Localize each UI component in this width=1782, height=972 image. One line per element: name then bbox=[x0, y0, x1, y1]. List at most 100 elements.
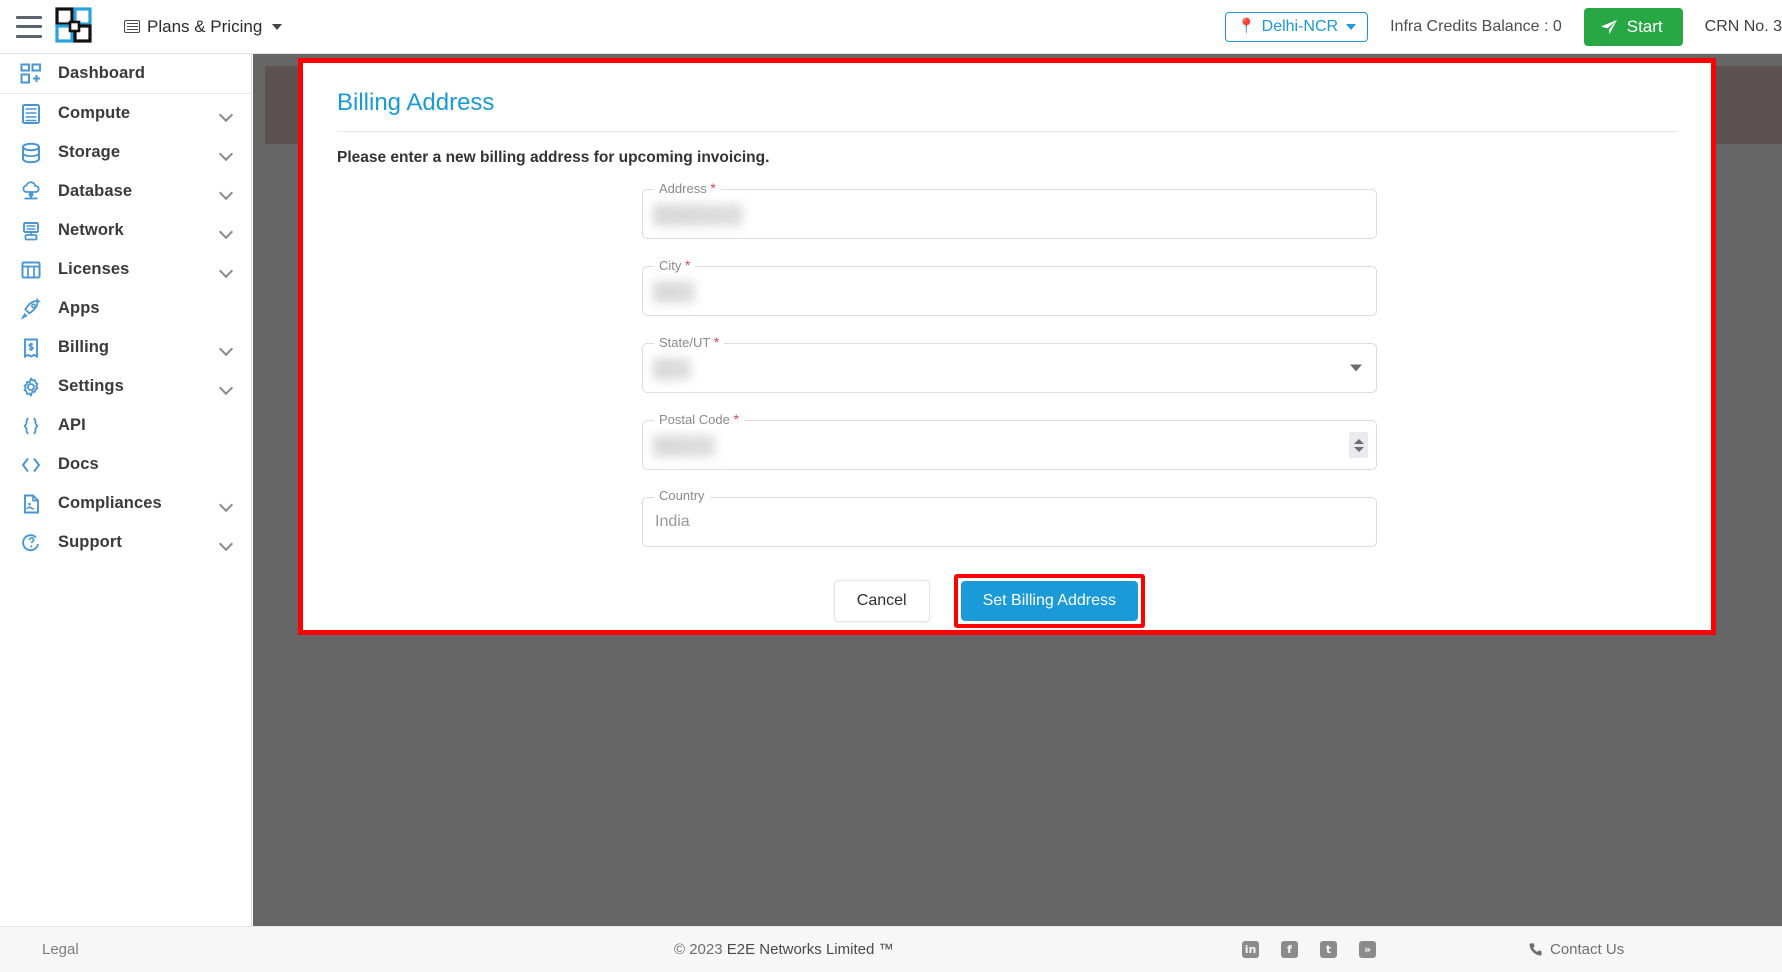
stepper-up-icon[interactable] bbox=[1353, 438, 1364, 444]
sidebar-item-compute[interactable]: Compute bbox=[0, 94, 251, 133]
sidebar-navigation: Dashboard Compute Storage Database Netwo… bbox=[0, 54, 252, 926]
social-links: in f t » bbox=[1242, 941, 1376, 958]
contact-us-link[interactable]: Contact Us bbox=[1528, 941, 1624, 958]
sidebar-item-label: Billing bbox=[58, 338, 110, 356]
dashboard-icon bbox=[18, 61, 44, 87]
country-value: India bbox=[655, 513, 690, 530]
state-ut-select[interactable]: State/UT * bbox=[642, 335, 1377, 393]
sidebar-item-database[interactable]: Database bbox=[0, 172, 251, 211]
state-ut-label: State/UT * bbox=[654, 335, 725, 349]
dialog-actions: Cancel Set Billing Address bbox=[642, 574, 1377, 628]
facebook-icon[interactable]: f bbox=[1281, 941, 1298, 958]
braces-icon bbox=[18, 413, 44, 439]
phone-icon bbox=[1529, 943, 1542, 956]
chevron-down-icon[interactable] bbox=[220, 110, 233, 118]
logo-glyph bbox=[55, 6, 92, 43]
infra-credits-balance: Infra Credits Balance : 0 bbox=[1390, 17, 1562, 35]
network-icon bbox=[18, 218, 44, 244]
chevron-down-icon[interactable] bbox=[220, 539, 233, 547]
linkedin-icon[interactable]: in bbox=[1242, 941, 1259, 958]
gear-icon bbox=[18, 374, 44, 400]
sidebar-item-label: Storage bbox=[58, 143, 121, 161]
cloud-db-icon bbox=[18, 179, 44, 205]
sidebar-item-network[interactable]: Network bbox=[0, 211, 251, 250]
sidebar-item-docs[interactable]: Docs bbox=[0, 445, 251, 484]
code-icon bbox=[18, 452, 44, 478]
server-icon bbox=[18, 101, 44, 127]
set-billing-address-button[interactable]: Set Billing Address bbox=[960, 581, 1138, 621]
plans-and-pricing-menu[interactable]: Plans & Pricing bbox=[120, 11, 286, 43]
region-label: Delhi-NCR bbox=[1261, 17, 1339, 35]
stepper-down-icon[interactable] bbox=[1353, 446, 1364, 452]
top-navigation-bar: Plans & Pricing 📍 Delhi-NCR Infra Credit… bbox=[0, 0, 1782, 54]
submit-button-highlight: Set Billing Address bbox=[953, 574, 1145, 628]
chevron-down-icon[interactable] bbox=[220, 500, 233, 508]
sidebar-item-label: Licenses bbox=[58, 260, 130, 278]
list-icon bbox=[124, 20, 140, 33]
crn-number: CRN No. 3 bbox=[1704, 17, 1782, 35]
e2e-networks-logo[interactable] bbox=[54, 6, 94, 47]
sidebar-item-label: Compliances bbox=[58, 494, 162, 512]
rss-icon[interactable]: » bbox=[1359, 941, 1376, 958]
chevron-down-icon[interactable] bbox=[220, 149, 233, 157]
title-divider bbox=[337, 131, 1677, 132]
state-ut-value-redacted bbox=[653, 358, 691, 380]
chevron-down-icon[interactable] bbox=[220, 188, 233, 196]
address-label: Address * bbox=[654, 181, 721, 195]
topbar-right-group: 📍 Delhi-NCR Infra Credits Balance : 0 St… bbox=[1224, 0, 1782, 53]
chevron-down-icon bbox=[1346, 23, 1357, 30]
copyright-prefix: © 2023 bbox=[674, 941, 723, 958]
hamburger-icon[interactable] bbox=[16, 15, 42, 38]
billing-address-form: Address * City * State/UT * Postal Code … bbox=[642, 181, 1377, 628]
city-label: City * bbox=[654, 258, 696, 272]
sidebar-item-apps[interactable]: Apps bbox=[0, 289, 251, 328]
twitter-icon[interactable]: t bbox=[1320, 941, 1337, 958]
chevron-down-icon bbox=[272, 23, 283, 30]
dialog-subtitle: Please enter a new billing address for u… bbox=[337, 149, 770, 166]
copyright-text: © 2023 E2E Networks Limited ™ bbox=[674, 941, 894, 958]
rocket-icon bbox=[18, 296, 44, 322]
chevron-down-icon[interactable] bbox=[220, 383, 233, 391]
send-icon bbox=[1600, 19, 1617, 34]
sidebar-item-storage[interactable]: Storage bbox=[0, 133, 251, 172]
chevron-down-icon[interactable] bbox=[220, 266, 233, 274]
help-icon bbox=[18, 530, 44, 556]
sidebar-item-api[interactable]: API bbox=[0, 406, 251, 445]
country-field[interactable]: Country India bbox=[642, 489, 1377, 547]
billing-address-dialog: Billing Address Please enter a new billi… bbox=[303, 63, 1711, 630]
region-selector[interactable]: 📍 Delhi-NCR bbox=[1224, 11, 1369, 42]
postal-code-value-redacted bbox=[653, 435, 715, 457]
location-pin-icon: 📍 bbox=[1236, 18, 1256, 35]
chevron-down-icon[interactable] bbox=[220, 227, 233, 235]
sidebar-item-dashboard[interactable]: Dashboard bbox=[0, 54, 251, 94]
address-field[interactable]: Address * bbox=[642, 181, 1377, 239]
chevron-down-icon[interactable] bbox=[220, 344, 233, 352]
city-field[interactable]: City * bbox=[642, 258, 1377, 316]
page-footer: Legal © 2023 E2E Networks Limited ™ in f… bbox=[0, 926, 1782, 972]
document-icon bbox=[18, 491, 44, 517]
sidebar-item-settings[interactable]: Settings bbox=[0, 367, 251, 406]
number-stepper[interactable] bbox=[1349, 432, 1368, 458]
chevron-down-icon[interactable] bbox=[1350, 364, 1362, 372]
dialog-title: Billing Address bbox=[337, 89, 495, 116]
legal-link[interactable]: Legal bbox=[42, 941, 79, 958]
plans-and-pricing-label: Plans & Pricing bbox=[147, 16, 263, 36]
city-value-redacted bbox=[653, 281, 695, 303]
sidebar-item-support[interactable]: Support bbox=[0, 523, 251, 562]
address-value-redacted bbox=[653, 204, 743, 226]
cancel-button[interactable]: Cancel bbox=[833, 580, 930, 622]
contact-us-label: Contact Us bbox=[1550, 941, 1625, 958]
start-button[interactable]: Start bbox=[1583, 7, 1683, 46]
sidebar-item-label: Dashboard bbox=[58, 64, 146, 82]
licenses-icon bbox=[18, 257, 44, 283]
sidebar-item-billing[interactable]: Billing bbox=[0, 328, 251, 367]
postal-code-field[interactable]: Postal Code * bbox=[642, 412, 1377, 470]
sidebar-item-label: Support bbox=[58, 533, 122, 551]
sidebar-item-licenses[interactable]: Licenses bbox=[0, 250, 251, 289]
start-label: Start bbox=[1626, 16, 1663, 36]
database-icon bbox=[18, 140, 44, 166]
postal-code-label: Postal Code * bbox=[654, 412, 744, 426]
sidebar-item-label: Settings bbox=[58, 377, 124, 395]
sidebar-item-compliances[interactable]: Compliances bbox=[0, 484, 251, 523]
sidebar-item-label: Database bbox=[58, 182, 133, 200]
